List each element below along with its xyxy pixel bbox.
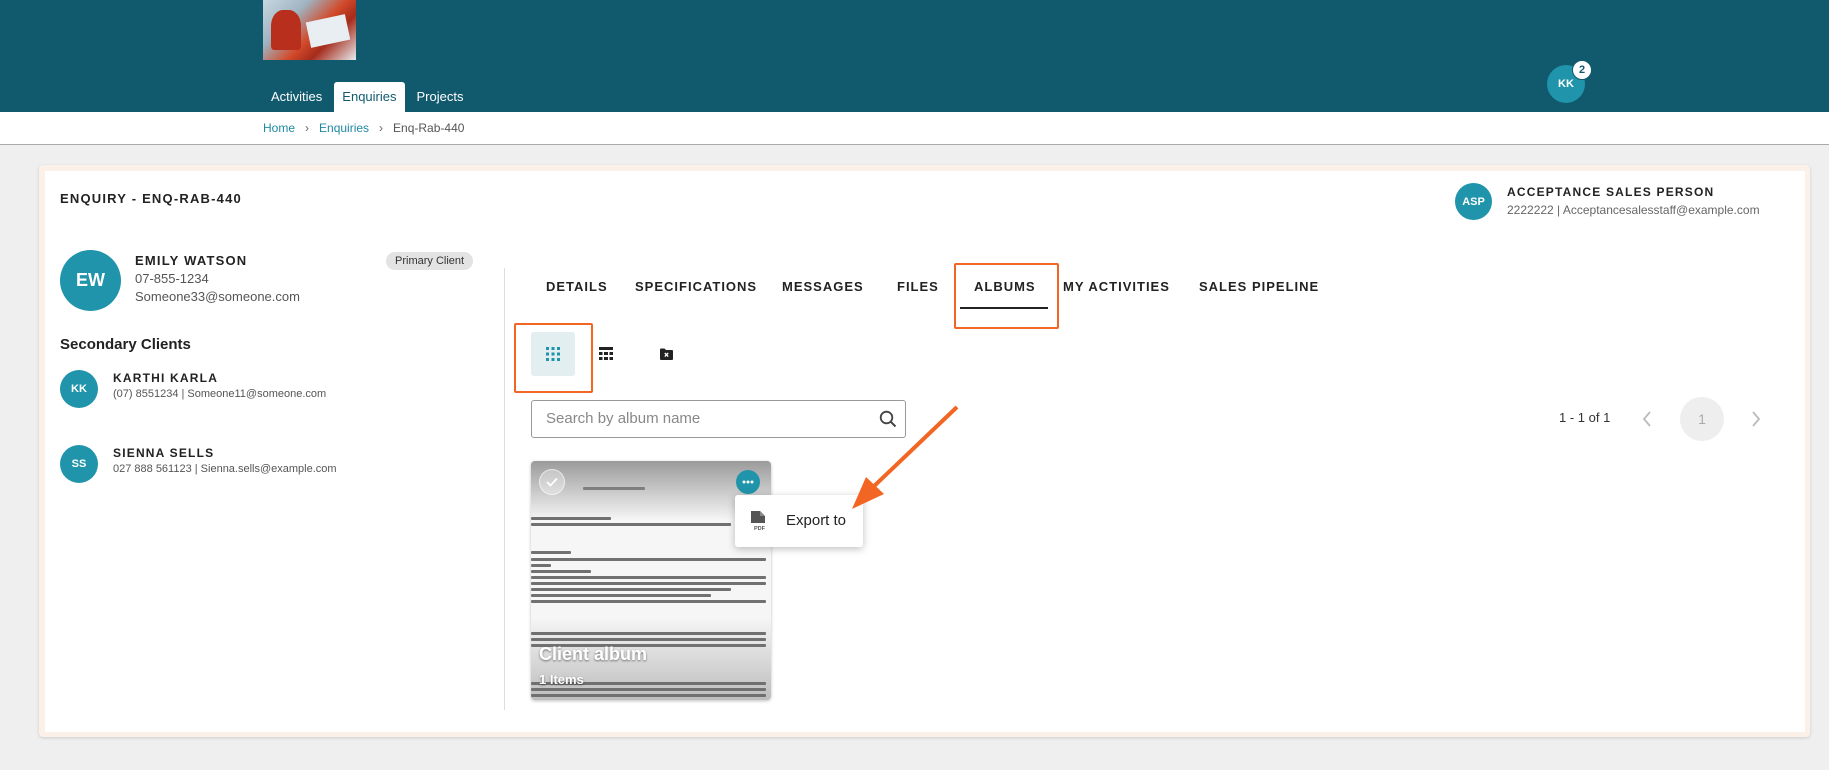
secondary-client-contact: 027 888 561123 | Sienna.sells@example.co… (113, 463, 337, 475)
export-to-menu-item[interactable]: PDF Export to (735, 495, 863, 547)
album-actions-menu: PDF Export to (735, 495, 863, 547)
grid-view-icon (546, 347, 560, 361)
album-select-checkbox[interactable] (539, 469, 565, 495)
main-nav: Activities Enquiries Projects (263, 82, 471, 113)
sales-person-name: ACCEPTANCE SALES PERSON (1507, 185, 1715, 199)
primary-client-avatar: EW (60, 250, 121, 311)
svg-text:PDF: PDF (754, 526, 766, 531)
search-icon[interactable] (879, 410, 897, 428)
album-more-button[interactable] (736, 470, 760, 494)
check-icon (546, 477, 558, 487)
album-search-input[interactable] (546, 410, 866, 427)
sales-person-avatar: ASP (1455, 183, 1492, 220)
nav-activities[interactable]: Activities (263, 82, 330, 113)
tab-specifications[interactable]: SPECIFICATIONS (635, 279, 757, 294)
album-item-count: 1 Items (539, 672, 584, 687)
chevron-right-icon: › (379, 121, 384, 135)
enquiry-card (45, 171, 1805, 732)
company-logo-image (263, 0, 356, 60)
secondary-client-name: SIENNA SELLS (113, 446, 215, 460)
primary-client-phone: 07-855-1234 (135, 271, 209, 286)
tab-my-activities[interactable]: MY ACTIVITIES (1063, 279, 1170, 294)
active-tab-indicator (960, 307, 1048, 309)
grid-view-button[interactable] (531, 332, 575, 376)
folder-x-icon (659, 348, 673, 360)
panel-divider (504, 268, 505, 710)
breadcrumb-bar: Home › Enquiries › Enq-Rab-440 (0, 112, 1829, 145)
folder-view-button[interactable] (644, 332, 688, 376)
secondary-client-contact: (07) 8551234 | Someone11@someone.com (113, 388, 327, 400)
tab-sales-pipeline[interactable]: SALES PIPELINE (1199, 279, 1319, 294)
pagination-summary: 1 - 1 of 1 (1559, 410, 1611, 425)
chevron-right-icon[interactable] (1749, 408, 1763, 430)
notification-badge: 2 (1572, 60, 1592, 80)
primary-client-email: Someone33@someone.com (135, 289, 300, 304)
tab-messages[interactable]: MESSAGES (782, 279, 864, 294)
secondary-client-name: KARTHI KARLA (113, 371, 219, 385)
pagination-current-page[interactable]: 1 (1680, 397, 1724, 441)
sales-person-contact: 2222222 | Acceptancesalesstaff@example.c… (1507, 203, 1760, 217)
more-horizontal-icon (742, 480, 754, 484)
album-title: Client album (539, 644, 648, 664)
breadcrumb: Home › Enquiries › Enq-Rab-440 (263, 121, 464, 135)
page-title: ENQUIRY - ENQ-RAB-440 (60, 191, 242, 206)
nav-enquiries[interactable]: Enquiries (334, 82, 405, 113)
tab-albums[interactable]: ALBUMS (974, 279, 1036, 294)
breadcrumb-home[interactable]: Home (263, 121, 295, 135)
tab-details[interactable]: DETAILS (546, 279, 608, 294)
chevron-left-icon[interactable] (1640, 408, 1654, 430)
nav-projects[interactable]: Projects (409, 82, 472, 113)
primary-client-name: EMILY WATSON (135, 253, 248, 268)
breadcrumb-enquiries[interactable]: Enquiries (319, 121, 369, 135)
table-view-button[interactable] (584, 332, 628, 376)
album-search (531, 400, 906, 438)
top-header: Activities Enquiries Projects KK 2 (0, 0, 1829, 113)
breadcrumb-current: Enq-Rab-440 (393, 121, 465, 135)
secondary-client-avatar: KK (60, 370, 98, 408)
pdf-icon: PDF (751, 511, 766, 531)
chevron-right-icon: › (305, 121, 310, 135)
secondary-clients-title: Secondary Clients (60, 336, 191, 353)
export-to-label: Export to (786, 512, 847, 529)
primary-client-chip: Primary Client (386, 252, 474, 270)
table-view-icon (599, 347, 613, 360)
tab-files[interactable]: FILES (897, 279, 939, 294)
secondary-client-avatar: SS (60, 445, 98, 483)
